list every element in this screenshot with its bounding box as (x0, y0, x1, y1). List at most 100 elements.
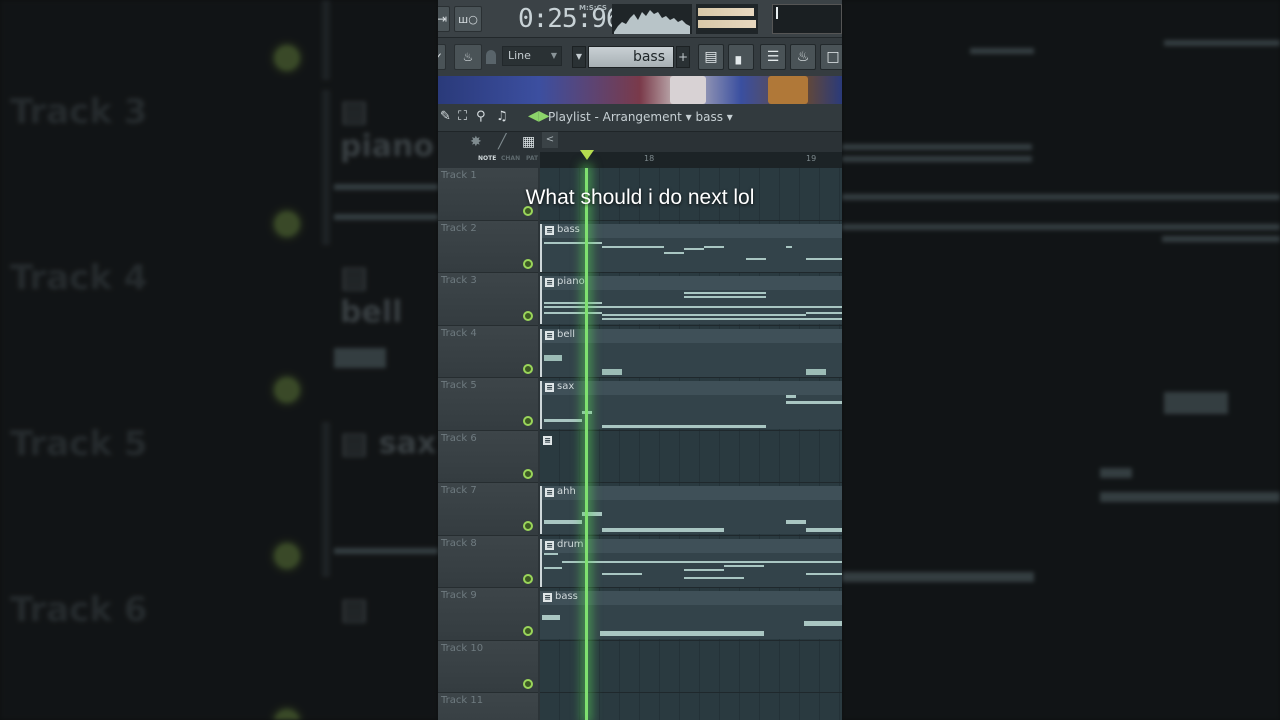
playback-arrow-icon[interactable]: ◀▶ (528, 108, 550, 124)
track-header[interactable]: Track 3 (438, 273, 538, 326)
track-mute-led[interactable] (523, 258, 533, 269)
track-name: Track 7 (441, 485, 477, 496)
track-header[interactable]: Track 9 (438, 588, 538, 641)
waveform-graph (614, 10, 690, 34)
track-mute-led[interactable] (523, 573, 533, 584)
playhead[interactable] (585, 168, 588, 720)
draw-tool-icon[interactable]: ✸ (470, 134, 482, 150)
paint-tool-button[interactable]: ✓ (438, 44, 446, 70)
speaker-icon[interactable]: ♫ (496, 109, 508, 124)
pattern-icon: ≡ (543, 435, 552, 445)
daw-window: ⇥ ш○ 0:25:96 M:S:CS ✓ ♨ Line ▼ (438, 0, 842, 720)
piano-keys-icon[interactable]: ▦ (522, 134, 535, 150)
clip-name: ahh (557, 486, 576, 497)
pattern-icon: ≡ (545, 278, 554, 287)
ghost-track-name: Track 4 (10, 258, 148, 298)
ghost-note (842, 572, 1034, 582)
track-header[interactable]: Track 6 (438, 430, 538, 483)
browser-icon[interactable]: □ (820, 44, 842, 70)
track-row: Track 6 ≡ (438, 430, 842, 483)
pattern-selector[interactable]: bass (588, 46, 674, 68)
note (602, 245, 664, 248)
banner-figure (768, 76, 808, 104)
slice-tool-icon[interactable]: ╱ (498, 134, 506, 150)
track-header[interactable]: Track 11 (438, 693, 538, 720)
ghost-clip-name: piano (340, 129, 434, 164)
options-icon[interactable]: ✎ (440, 109, 451, 124)
ghost-separator (322, 422, 330, 577)
note (786, 520, 806, 524)
playlist-icon[interactable]: ▤ (698, 44, 724, 70)
track-name: Track 1 (441, 170, 477, 181)
monitor-tick (776, 7, 778, 19)
ghost-note (842, 224, 1280, 230)
metronome-icon[interactable] (486, 50, 496, 64)
track-mute-led[interactable] (523, 626, 533, 636)
clip-name: drum (557, 538, 584, 550)
note (664, 251, 684, 254)
note (684, 247, 704, 250)
note (544, 312, 602, 314)
typing-keyboard-button[interactable]: ш○ (454, 6, 482, 32)
ghost-separator (322, 0, 330, 80)
fullscreen-icon[interactable]: ⛶ (458, 109, 467, 124)
track-mute-led[interactable] (523, 678, 533, 689)
track-mute-led[interactable] (523, 521, 533, 531)
song-position-marker[interactable] (580, 150, 594, 160)
note (786, 401, 842, 404)
ghost-note (970, 48, 1034, 54)
track-header[interactable]: Track 10 (438, 640, 538, 693)
ghost-led (275, 46, 299, 70)
video-caption: What should i do next lol (525, 186, 755, 209)
track-row: Track 11 (438, 693, 842, 720)
track-header[interactable]: Track 4 (438, 325, 538, 378)
ghost-note (1164, 392, 1228, 414)
ghost-note (334, 548, 438, 554)
snap-selector[interactable]: Line ▼ (502, 46, 562, 66)
note (684, 292, 766, 294)
note (542, 615, 560, 620)
ghost-note (334, 348, 386, 368)
zoom-icon[interactable]: ⚲ (476, 109, 486, 124)
ghost-note (842, 144, 1032, 150)
add-pattern-button[interactable]: + (676, 46, 690, 68)
stamp-tool-button[interactable]: ♨ (454, 44, 482, 70)
track-header[interactable]: Track 2 (438, 220, 538, 273)
note (746, 257, 766, 260)
track-mute-led[interactable] (523, 416, 533, 426)
time-format-label: M:S:CS (579, 4, 607, 12)
pattern-icon: ≡ (545, 488, 554, 497)
tab-pat[interactable]: PAT (526, 155, 538, 162)
note (806, 528, 842, 532)
tab-chan[interactable]: CHAN (501, 155, 520, 162)
channel-rack-icon[interactable]: ☰ (760, 44, 786, 70)
waveform-shape (614, 10, 690, 34)
record-mode-button[interactable]: ⇥ (438, 6, 450, 32)
ghost-separator (322, 90, 330, 245)
track-header[interactable]: Track 8 (438, 535, 538, 588)
pattern-dropdown-button[interactable]: ▼ (572, 46, 586, 68)
clip-name: sax (557, 381, 575, 392)
playlist-title[interactable]: Playlist - Arrangement ▾ bass ▾ (548, 110, 733, 124)
pattern-icon: ≡ (545, 225, 554, 235)
note (544, 241, 602, 244)
track-name: Track 10 (441, 642, 484, 654)
track-mute-led[interactable] (523, 311, 533, 321)
piano-roll-icon[interactable]: ▖ (728, 44, 754, 70)
note (600, 631, 764, 636)
note (684, 568, 724, 571)
track-row: Track 10 (438, 640, 842, 693)
playlist-pattern-selector[interactable]: bass (695, 110, 722, 124)
tab-note[interactable]: NOTE (478, 155, 496, 162)
mixer-icon[interactable]: ♨ (790, 44, 816, 70)
track-mute-led[interactable] (523, 363, 533, 374)
scroll-left-button[interactable]: < (542, 132, 558, 148)
track-header[interactable]: Track 7 (438, 483, 538, 536)
ghost-note (1100, 468, 1132, 478)
track-mute-led[interactable] (523, 468, 533, 479)
note (602, 318, 806, 320)
note (544, 354, 562, 361)
bar-number: 19 (806, 154, 817, 163)
track-header[interactable]: Track 5 (438, 378, 538, 431)
note (544, 520, 582, 524)
